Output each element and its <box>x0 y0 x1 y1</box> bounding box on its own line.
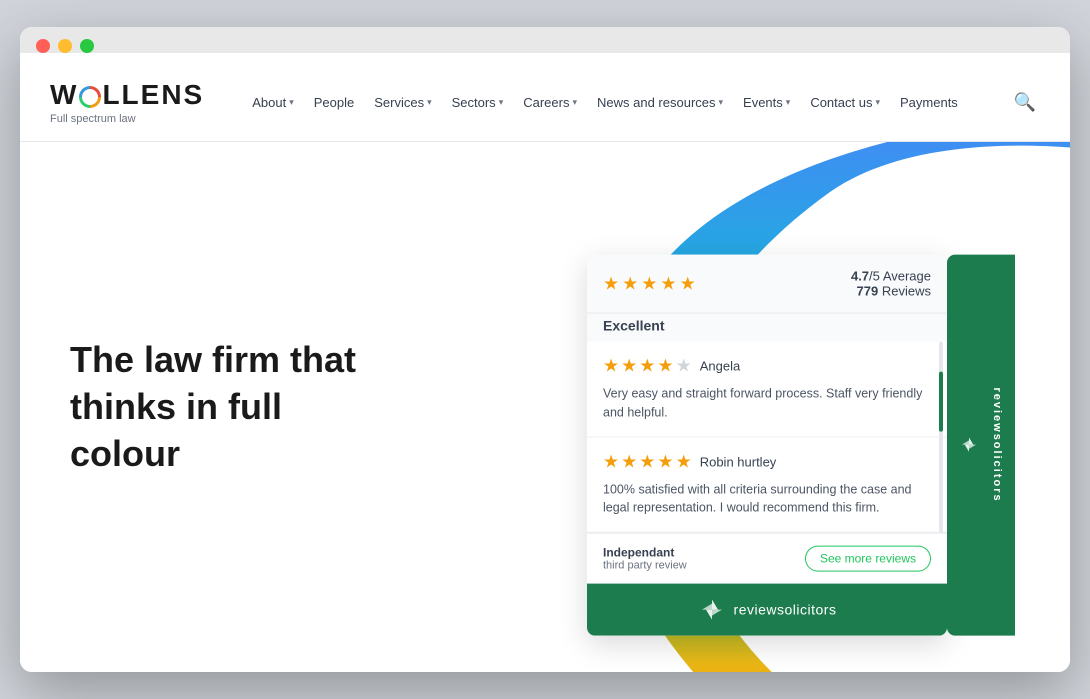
search-icon: 🔍 <box>1014 92 1036 112</box>
reviewsolicitors-label: reviewsolicitors <box>734 602 837 618</box>
star-5: ★ <box>680 273 696 294</box>
hero-text: The law firm that thinks in full colour <box>70 337 390 477</box>
review-item: ★ ★ ★ ★ ★ Angela Very easy and straight … <box>587 342 947 438</box>
logo-area[interactable]: WLLENS Full spectrum law <box>50 79 204 125</box>
review-footer: Independant third party review See more … <box>587 533 947 584</box>
nav-people[interactable]: People <box>306 89 362 116</box>
reviewer-name: Robin hurtley <box>700 454 777 469</box>
dot-close[interactable] <box>36 39 50 53</box>
main-nav: About ▾ People Services ▾ Sectors ▾ Care… <box>244 88 1040 117</box>
browser-window: WLLENS Full spectrum law About ▾ People … <box>20 27 1070 672</box>
review-text: 100% satisfied with all criteria surroun… <box>603 480 931 517</box>
browser-dots <box>36 39 1054 53</box>
logo-o-circle <box>79 86 101 108</box>
review-card: ★ ★ ★ ★ ★ 4.7/5 Average <box>587 255 947 636</box>
see-more-button[interactable]: See more reviews <box>805 546 931 572</box>
star: ★ <box>657 356 673 377</box>
chevron-down-icon: ▾ <box>719 97 724 108</box>
logo-tagline: Full spectrum law <box>50 113 204 125</box>
star: ★ <box>603 451 619 472</box>
dot-minimize[interactable] <box>58 39 72 53</box>
chevron-down-icon: ▾ <box>786 97 791 108</box>
review-count: 779 Reviews <box>857 284 931 299</box>
review-excellent-label: Excellent <box>587 314 947 342</box>
hero-section: The law firm that thinks in full colour … <box>20 142 1070 672</box>
chevron-down-icon: ▾ <box>427 97 432 108</box>
chevron-down-icon: ▾ <box>875 97 880 108</box>
chevron-down-icon: ▾ <box>572 97 577 108</box>
review-item-header: ★ ★ ★ ★ ★ Robin hurtley <box>603 451 931 472</box>
nav-services[interactable]: Services ▾ <box>366 89 439 116</box>
search-button[interactable]: 🔍 <box>1010 88 1040 117</box>
star-empty: ★ <box>676 356 692 377</box>
reviewer-stars: ★ ★ ★ ★ ★ <box>603 451 692 472</box>
review-stars-summary: ★ ★ ★ ★ ★ <box>603 273 696 294</box>
review-text: Very easy and straight forward process. … <box>603 385 931 423</box>
reviewsolicitors-logo-icon <box>698 596 726 624</box>
overall-stars: ★ ★ ★ ★ ★ <box>603 273 696 294</box>
nav-contact[interactable]: Contact us ▾ <box>802 89 888 116</box>
side-badge-text: reviewsolicitors <box>991 388 1003 503</box>
nav-payments[interactable]: Payments <box>892 89 966 116</box>
hero-headline: The law firm that thinks in full colour <box>70 337 390 477</box>
review-stats: 4.7/5 Average 779 Reviews <box>851 269 931 299</box>
star: ★ <box>639 451 655 472</box>
review-card-container: ★ ★ ★ ★ ★ 4.7/5 Average <box>587 255 1015 636</box>
browser-chrome <box>20 27 1070 53</box>
review-scrollbar-thumb[interactable] <box>939 372 943 432</box>
reviewer-name: Angela <box>700 359 740 374</box>
side-badge-icon <box>959 435 979 455</box>
star: ★ <box>657 451 673 472</box>
star-3: ★ <box>641 273 657 294</box>
side-badge: reviewsolicitors <box>947 255 1015 636</box>
star: ★ <box>676 451 692 472</box>
star-1: ★ <box>603 273 619 294</box>
review-score: 4.7/5 Average <box>851 269 931 284</box>
review-header: ★ ★ ★ ★ ★ 4.7/5 Average <box>587 255 947 314</box>
star: ★ <box>603 356 619 377</box>
nav-news[interactable]: News and resources ▾ <box>589 89 731 116</box>
review-source: Independant third party review <box>603 546 687 572</box>
dot-maximize[interactable] <box>80 39 94 53</box>
reviewer-stars: ★ ★ ★ ★ ★ <box>603 356 692 377</box>
nav-events[interactable]: Events ▾ <box>735 89 798 116</box>
star: ★ <box>621 451 637 472</box>
browser-body: WLLENS Full spectrum law About ▾ People … <box>20 63 1070 672</box>
nav-about[interactable]: About ▾ <box>244 89 302 116</box>
chevron-down-icon: ▾ <box>499 97 504 108</box>
star: ★ <box>621 356 637 377</box>
chevron-down-icon: ▾ <box>289 97 294 108</box>
nav-careers[interactable]: Careers ▾ <box>515 89 585 116</box>
review-item: ★ ★ ★ ★ ★ Robin hurtley 100% satisfied w… <box>587 437 947 532</box>
review-scrollbar <box>939 342 943 533</box>
nav-sectors[interactable]: Sectors ▾ <box>444 89 512 116</box>
star-2: ★ <box>622 273 638 294</box>
logo: WLLENS <box>50 79 204 111</box>
site-header: WLLENS Full spectrum law About ▾ People … <box>20 63 1070 142</box>
star: ★ <box>639 356 655 377</box>
review-list: ★ ★ ★ ★ ★ Angela Very easy and straight … <box>587 342 947 533</box>
star-4: ★ <box>660 273 676 294</box>
review-bottom-bar: reviewsolicitors <box>587 584 947 636</box>
review-item-header: ★ ★ ★ ★ ★ Angela <box>603 356 931 377</box>
